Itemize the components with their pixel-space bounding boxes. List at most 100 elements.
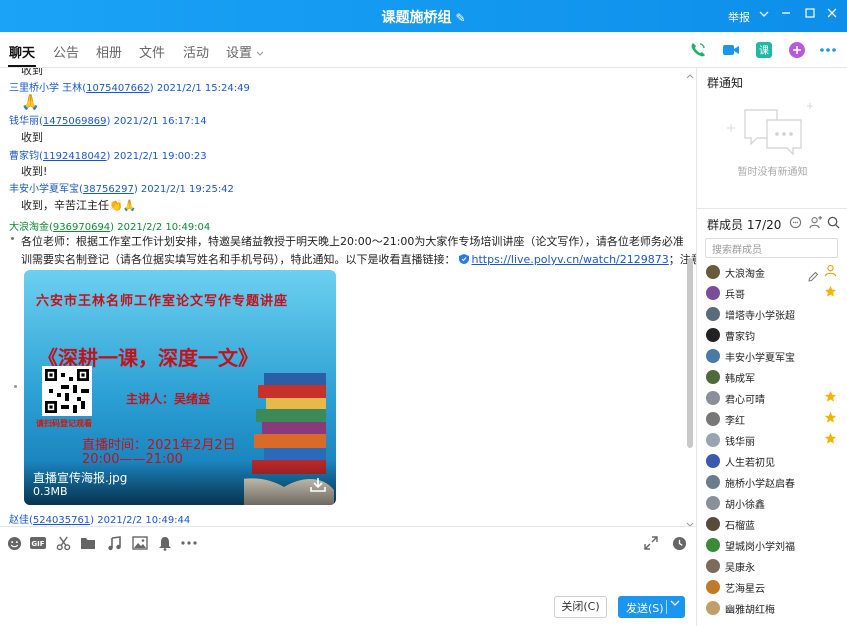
avatar[interactable] (706, 475, 720, 489)
tab-files[interactable]: 文件 (139, 42, 165, 61)
sender-qq[interactable]: 38756297 (83, 184, 134, 195)
sender-qq[interactable]: 524035761 (33, 515, 90, 526)
avatar[interactable] (706, 601, 720, 615)
member-chat-icon[interactable] (789, 216, 802, 232)
member-item[interactable]: 曹家钧 (705, 325, 845, 345)
member-item[interactable]: 幽雅胡红梅 (705, 598, 845, 618)
chevron-down-icon[interactable] (256, 46, 264, 60)
avatar[interactable] (706, 538, 720, 552)
avatar[interactable] (706, 370, 720, 384)
image-icon[interactable] (132, 535, 148, 551)
avatar[interactable] (706, 286, 720, 300)
minimize-icon[interactable] (776, 5, 796, 25)
maximize-icon[interactable] (800, 5, 820, 25)
search-icon[interactable] (827, 216, 840, 232)
member-item[interactable]: 李红 (705, 409, 845, 429)
avatar[interactable] (706, 496, 720, 510)
chevron-down-icon[interactable] (754, 5, 774, 25)
edit-title-icon[interactable]: ✎ (455, 11, 465, 25)
history-clock-icon[interactable] (671, 535, 687, 551)
send-button[interactable]: 发送(S) (618, 596, 685, 618)
member-item[interactable]: 艺海星云 (705, 577, 845, 597)
avatar[interactable] (706, 265, 720, 279)
message-header: 钱华丽(1475069869) 2021/2/1 16:17:14 (9, 116, 207, 127)
tab-chat[interactable]: 聊天 (9, 42, 35, 61)
member-item[interactable]: 石榴蓝 (705, 514, 845, 534)
avatar[interactable] (706, 391, 720, 405)
message-input-area[interactable]: GIF 关闭(C) 发送(S) (0, 526, 696, 626)
bell-icon[interactable] (157, 535, 173, 551)
sender-name[interactable]: 三里桥小学 王林 (9, 83, 82, 94)
avatar[interactable] (706, 580, 720, 594)
sender-name[interactable]: 大浪淘金 (9, 222, 49, 233)
poster-image[interactable]: 六安市王林名师工作室论文写作专题讲座 《深耕一课，深度一文》 请扫码登记观看 主… (24, 270, 336, 505)
member-item[interactable]: 钱华丽 (705, 430, 845, 450)
member-item[interactable]: 望城岗小学刘福 (705, 535, 845, 555)
avatar[interactable] (706, 559, 720, 573)
member-item[interactable]: 丰安小学夏军宝 (705, 346, 845, 366)
sender-name[interactable]: 曹家钧 (9, 151, 39, 162)
close-button[interactable]: 关闭(C) (554, 596, 607, 618)
more-icon[interactable] (818, 40, 838, 60)
avatar[interactable] (706, 517, 720, 531)
chat-history[interactable]: 收到 三里桥小学 王林(1075407662) 2021/2/1 15:24:4… (0, 68, 696, 526)
member-item[interactable]: 君心可晴 (705, 388, 845, 408)
message-time: 2021/2/2 10:49:04 (117, 222, 211, 233)
sender-qq[interactable]: 1075407662 (86, 83, 150, 94)
member-item[interactable]: 胡小徐鑫 (705, 493, 845, 513)
member-name: 人生若初见 (725, 458, 775, 469)
member-name: 吴康永 (725, 563, 755, 574)
avatar[interactable] (706, 349, 720, 363)
member-item[interactable]: 兵哥 (705, 283, 845, 303)
member-item[interactable]: 大浪淘金 (705, 262, 845, 282)
voice-call-icon[interactable] (688, 40, 708, 60)
shield-icon (458, 253, 470, 265)
emoji-icon[interactable] (6, 535, 22, 551)
member-item[interactable]: 增塔寺小学张超 (705, 304, 845, 324)
chat-scrollbar[interactable] (685, 68, 695, 527)
gif-icon[interactable]: GIF (30, 535, 46, 551)
expand-icon[interactable] (643, 535, 659, 551)
member-search-input[interactable]: 搜索群成员 (705, 238, 838, 258)
avatar[interactable] (706, 433, 720, 447)
member-item[interactable]: 吴康永 (705, 556, 845, 576)
sender-name[interactable]: 钱华丽 (9, 116, 39, 127)
lesson-icon[interactable]: 课 (754, 40, 774, 60)
scrollbar-thumb[interactable] (687, 258, 693, 448)
tab-activity[interactable]: 活动 (183, 42, 209, 61)
live-link[interactable]: https://live.polyv.cn/watch/2129873 (472, 253, 669, 266)
folder-icon[interactable] (80, 535, 96, 551)
sender-name[interactable]: 丰安小学夏军宝 (9, 184, 79, 195)
member-item[interactable]: 人生若初见 (705, 451, 845, 471)
avatar[interactable] (706, 412, 720, 426)
add-member-icon[interactable] (809, 216, 822, 232)
qr-code[interactable] (42, 366, 92, 416)
report-link[interactable]: 举报 (728, 9, 750, 25)
sender-qq[interactable]: 936970694 (53, 222, 110, 233)
sender-name[interactable]: 赵佳 (9, 515, 29, 526)
avatar[interactable] (706, 307, 720, 321)
message-time: 2021/2/2 10:49:44 (97, 515, 191, 526)
music-icon[interactable] (106, 535, 122, 551)
tab-announcement[interactable]: 公告 (53, 42, 79, 61)
tab-settings[interactable]: 设置 (226, 42, 252, 61)
more-tools-icon[interactable] (180, 535, 198, 551)
scroll-up-icon[interactable] (686, 68, 694, 82)
tab-album[interactable]: 相册 (96, 42, 122, 61)
edit-card-icon[interactable] (807, 271, 819, 286)
member-item[interactable]: 施桥小学赵启春 (705, 472, 845, 492)
sender-qq[interactable]: 1192418042 (43, 151, 107, 162)
add-app-icon[interactable] (787, 40, 807, 60)
admin-star-icon (824, 432, 838, 446)
message-emoji: 🙏 (21, 93, 40, 111)
send-options-chevron-icon[interactable] (670, 599, 680, 610)
scissors-icon[interactable] (55, 535, 71, 551)
member-item[interactable]: 韩成军 (705, 367, 845, 387)
member-name: 丰安小学夏军宝 (725, 353, 795, 364)
sender-qq[interactable]: 1475069869 (43, 116, 107, 127)
video-call-icon[interactable] (721, 40, 741, 60)
avatar[interactable] (706, 454, 720, 468)
download-icon[interactable] (308, 475, 328, 495)
avatar[interactable] (706, 328, 720, 342)
close-icon[interactable] (822, 5, 842, 25)
